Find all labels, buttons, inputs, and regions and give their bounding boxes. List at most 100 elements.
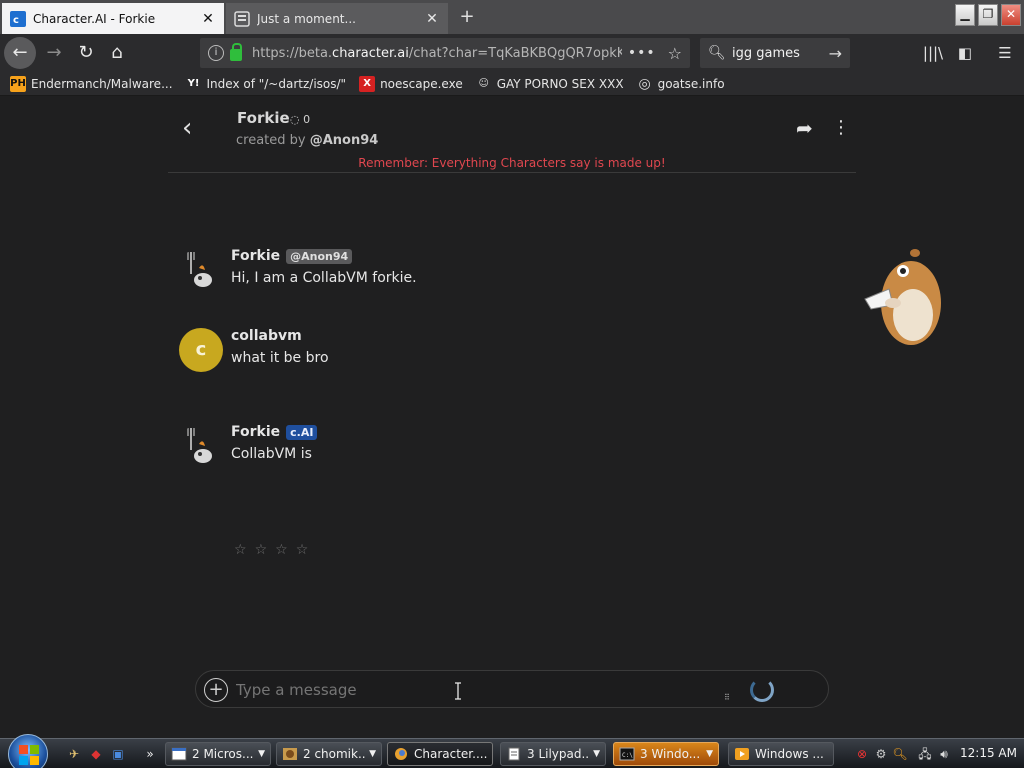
x-icon: X [359, 75, 376, 92]
forkie-avatar [187, 428, 212, 463]
sidebar-icon[interactable]: ◧ [952, 40, 978, 66]
bookmark-goatse[interactable]: ◎ goatse.info [637, 76, 724, 92]
tab-character-ai[interactable]: c Character.AI - Forkie ✕ [2, 3, 224, 34]
image-icon [283, 748, 297, 760]
share-icon[interactable]: ➦ [796, 117, 818, 139]
library-icon[interactable]: |||\ [920, 40, 946, 66]
bookmark-3[interactable]: ☺ GAY PORNO SEX XXX [476, 76, 624, 92]
bookmark-star-icon[interactable]: ☆ [668, 44, 682, 63]
more-options-icon[interactable]: ⋮ [832, 117, 850, 139]
info-icon[interactable]: i [208, 45, 224, 61]
new-tab-button[interactable]: + [454, 5, 480, 29]
menu-icon[interactable]: ☰ [992, 40, 1018, 66]
back-button[interactable]: ← [4, 37, 36, 69]
navigation-toolbar: ← → ↻ ⌂ i https://beta.character.ai/chat… [0, 34, 1024, 72]
bookmark-label: Endermanch/Malware... [31, 76, 173, 91]
taskbar-button-chomik[interactable]: 2 chomik... ▼ [276, 742, 382, 766]
taskbar-button-character[interactable]: Character.... [387, 742, 493, 766]
close-window-button[interactable]: ✕ [1001, 4, 1021, 26]
crab-icon: ☺ [478, 77, 489, 89]
lock-icon[interactable] [230, 43, 242, 61]
bookmark-label: GAY PORNO SEX XXX [496, 76, 624, 91]
message-text: CollabVM is [231, 446, 312, 462]
rating-star-icon[interactable]: ☆ [296, 542, 309, 558]
interaction-count: ◌ 0 [290, 113, 311, 126]
start-button[interactable] [8, 734, 48, 768]
rating-star-icon[interactable]: ☆ [255, 542, 268, 558]
forward-button[interactable]: → [40, 39, 68, 67]
message-author: collabvm [231, 328, 302, 344]
reload-button[interactable]: ↻ [72, 39, 100, 67]
chat-bubble-icon: ◌ [290, 113, 304, 126]
security-alert-icon[interactable]: ⊗ [854, 746, 870, 762]
network-icon[interactable]: 🖧 [917, 746, 933, 762]
chevron-down-icon: ▼ [593, 749, 600, 759]
address-bar[interactable]: i https://beta.character.ai/chat?char=Tq… [200, 38, 690, 68]
taskbar-button-lilypad[interactable]: 3 Lilypad... ▼ [500, 742, 606, 766]
tab-just-a-moment[interactable]: Just a moment... ✕ [226, 3, 448, 34]
creator-link[interactable]: @Anon94 [310, 133, 379, 148]
bookmark-endermanch[interactable]: PH Endermanch/Malware... [10, 75, 173, 92]
taskbar-button-windows-cmd[interactable]: C:\ 3 Windo... ▼ [613, 742, 719, 766]
chat-message: c collabvm what it be bro [179, 328, 779, 378]
chevron-down-icon: ▼ [258, 749, 265, 759]
page-favicon-icon [234, 10, 250, 27]
message-author: Forkie @Anon94 [231, 248, 353, 264]
bookmark-noescape[interactable]: X noescape.exe [359, 75, 463, 92]
back-arrow-icon[interactable]: ‹ [182, 114, 206, 142]
notepad-icon [508, 747, 520, 761]
hamster-desktop-pet-icon[interactable] [863, 243, 947, 353]
bookmark-label: noescape.exe [380, 76, 463, 91]
chat-message: Forkie @Anon94 Hi, I am a CollabVM forkie… [179, 248, 779, 298]
restore-button[interactable]: ❐ [978, 4, 998, 26]
resize-handle-icon[interactable]: ⠿ [724, 693, 734, 703]
chat-page: ‹ Forkie ◌ 0 created by @Anon94 ➦ ⋮ Reme… [0, 97, 1024, 735]
quicklaunch-app-icon[interactable]: ✈ [66, 746, 82, 762]
user-avatar: c [179, 328, 223, 372]
yp-icon: Y! [187, 77, 200, 89]
tab-title: Character.AI - Forkie [33, 11, 156, 26]
media-icon [735, 748, 749, 760]
message-text: what it be bro [231, 350, 329, 366]
page-actions-icon[interactable]: ••• [628, 45, 656, 61]
quicklaunch-overflow-icon[interactable]: » [142, 746, 158, 762]
taskbar-button-microsoft[interactable]: 2 Micros... ▼ [165, 742, 271, 766]
chat-header: ‹ Forkie ◌ 0 created by @Anon94 ➦ ⋮ Reme… [168, 97, 856, 173]
firefox-icon [395, 748, 407, 760]
message-input[interactable] [236, 679, 716, 701]
show-desktop-icon[interactable]: ▣ [110, 746, 126, 762]
disclaimer-text: Remember: Everything Characters say is m… [358, 156, 666, 170]
chevron-down-icon: ▼ [369, 749, 376, 759]
text-cursor-icon [455, 682, 461, 700]
creator-badge: @Anon94 [286, 248, 353, 264]
volume-icon[interactable]: 🔊︎ [936, 746, 952, 762]
search-tray-icon[interactable]: 🔍︎ [892, 746, 908, 762]
taskbar-button-windows-media[interactable]: Windows ... [728, 742, 834, 766]
tab-title: Just a moment... [257, 11, 356, 26]
search-input[interactable]: igg games [732, 46, 829, 61]
message-composer: + ⠿ [195, 670, 829, 708]
svg-text:c: c [13, 15, 19, 26]
message-rating: ☆ ☆ ☆ ☆ [234, 542, 308, 558]
bookmark-label: Index of "/~dartz/isos/" [206, 76, 347, 91]
add-attachment-button[interactable]: + [204, 678, 228, 702]
search-icon: 🔍︎ [708, 45, 726, 61]
search-go-icon[interactable]: → [829, 44, 842, 63]
tab-strip: c Character.AI - Forkie ✕ Just a moment.… [0, 0, 1024, 34]
home-button[interactable]: ⌂ [103, 39, 131, 67]
creator-line: created by @Anon94 [236, 133, 379, 148]
search-bar[interactable]: 🔍︎ igg games → [700, 38, 850, 68]
rating-star-icon[interactable]: ☆ [275, 542, 288, 558]
tray-app-icon[interactable]: ⚙ [873, 746, 889, 762]
rating-star-icon[interactable]: ☆ [234, 542, 247, 558]
minimize-button[interactable]: ▁ [955, 4, 975, 26]
chat-message: Forkie c.AI CollabVM is [179, 424, 779, 474]
clock[interactable]: 12:15 AM [960, 746, 1017, 760]
quicklaunch-app-icon[interactable]: ◆ [88, 746, 104, 762]
bookmark-index-isos[interactable]: Y! Index of "/~dartz/isos/" [186, 76, 347, 92]
cmd-icon: C:\ [619, 747, 635, 761]
close-tab-icon[interactable]: ✕ [200, 11, 216, 27]
windows-taskbar: ✈ ◆ ▣ » 2 Micros... ▼ 2 chomik... ▼ Charac… [0, 734, 1024, 768]
url-text[interactable]: https://beta.character.ai/chat?char=TqKa… [252, 46, 622, 61]
close-tab-icon[interactable]: ✕ [424, 11, 440, 27]
